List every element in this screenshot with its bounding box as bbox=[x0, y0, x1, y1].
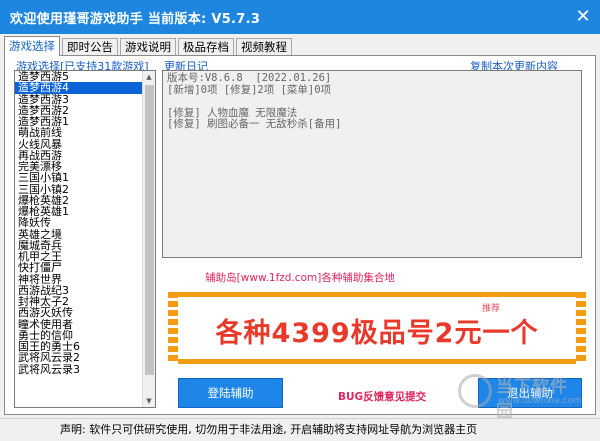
game-list-item[interactable]: 造梦西游3 bbox=[15, 94, 143, 105]
game-list-item[interactable]: 爆枪英雄1 bbox=[15, 206, 143, 217]
changelog-line: 版本号:V8.6.8 [2022.01.26] bbox=[167, 72, 332, 84]
game-list-item[interactable]: 瞳术使用者 bbox=[15, 319, 143, 330]
changelog-line bbox=[167, 96, 577, 108]
game-list-item[interactable]: 火线风暴 bbox=[15, 139, 143, 150]
tab-video-tutorial[interactable]: 视频教程 bbox=[236, 38, 292, 56]
banner-edge-left bbox=[168, 292, 178, 364]
status-bar: 声明: 软件只可供研究使用, 切勿用于非法用途, 开启辅助将支持网址导航为浏览器… bbox=[0, 418, 600, 441]
promo-text[interactable]: 辅助岛[www.1fzd.com]各种辅助集合地 bbox=[0, 270, 600, 285]
changelog-line: [修复] 刷图必备一 无敌秒杀[备用] bbox=[167, 118, 342, 130]
changelog-line: [新增]0项 [修复]2项 [菜单]0项 bbox=[167, 83, 332, 96]
login-button[interactable]: 登陆辅助 bbox=[178, 378, 283, 408]
banner-inner: 各种4399极品号2元一个 推荐 bbox=[178, 297, 576, 359]
banner-text: 各种4399极品号2元一个 bbox=[215, 318, 539, 349]
game-list-item[interactable]: 武将风云录3 bbox=[15, 364, 143, 375]
game-list-item[interactable]: 造梦西游1 bbox=[15, 116, 143, 127]
game-list-item[interactable]: 武将风云录2 bbox=[15, 352, 143, 363]
game-list-item[interactable]: 三国小镇1 bbox=[15, 172, 143, 183]
changelog-box[interactable]: 版本号:V8.6.8 [2022.01.26] [新增]0项 [修复]2项 [菜单… bbox=[162, 70, 582, 258]
bug-report-link[interactable]: BUG反馈意见提交 bbox=[338, 389, 426, 404]
game-list-item[interactable]: 西游战纪3 bbox=[15, 285, 143, 296]
tab-announcement[interactable]: 即时公告 bbox=[62, 38, 118, 56]
banner-tag: 推荐 bbox=[481, 304, 500, 314]
game-list-item[interactable]: 完美漂移 bbox=[15, 161, 143, 172]
banner-edge-right bbox=[576, 292, 586, 364]
game-list-item[interactable]: 机甲之王 bbox=[15, 251, 143, 262]
window-title: 欢迎使用瑾哥游戏助手 当前版本: V5.7.3 bbox=[10, 12, 261, 27]
tab-bar: 游戏选择 即时公告 游戏说明 极品存档 视频教程 bbox=[4, 36, 294, 56]
game-list-item[interactable]: 造梦西游4 bbox=[15, 82, 143, 94]
promo-banner[interactable]: 各种4399极品号2元一个 推荐 bbox=[168, 292, 586, 364]
game-list-item[interactable]: 降妖传 bbox=[15, 217, 143, 228]
game-list-item[interactable]: 英雄之境 bbox=[15, 229, 143, 240]
game-list[interactable]: 造梦西游5 造梦西游4 造梦西游3 造梦西游2 造梦西游1 萌战前线 火线风暴 再战西游 完美漂… bbox=[14, 70, 156, 408]
game-list-item[interactable]: 爆枪英雄2 bbox=[15, 195, 143, 206]
game-list-item[interactable]: 萌战前线 bbox=[15, 127, 143, 138]
watermark-logo-icon bbox=[458, 374, 492, 408]
game-list-scrollbar[interactable]: ▲ ▼ bbox=[142, 71, 155, 407]
scroll-thumb[interactable] bbox=[145, 85, 154, 375]
game-list-items: 造梦西游5 造梦西游4 造梦西游3 造梦西游2 造梦西游1 萌战前线 火线风暴 再战西游 完美漂… bbox=[15, 71, 143, 375]
game-list-item[interactable]: 造梦西游5 bbox=[15, 71, 143, 82]
game-list-item[interactable]: 勇士的信仰 bbox=[15, 330, 143, 341]
tab-game-guide[interactable]: 游戏说明 bbox=[120, 38, 176, 56]
game-list-item[interactable]: 魔城奇兵 bbox=[15, 240, 143, 251]
game-list-item[interactable]: 国王的勇士6 bbox=[15, 341, 143, 352]
game-list-item[interactable]: 造梦西游2 bbox=[15, 105, 143, 116]
tab-game-select[interactable]: 游戏选择 bbox=[4, 36, 60, 56]
game-list-item[interactable]: 西游灭妖传 bbox=[15, 307, 143, 318]
title-bar: 欢迎使用瑾哥游戏助手 当前版本: V5.7.3 ✕ bbox=[0, 0, 600, 34]
game-list-item[interactable]: 三国小镇2 bbox=[15, 184, 143, 195]
scroll-up-icon[interactable]: ▲ bbox=[143, 71, 155, 83]
game-list-item[interactable]: 封神太子2 bbox=[15, 296, 143, 307]
watermark-sub: www.downxia.com bbox=[498, 396, 582, 406]
tab-save-files[interactable]: 极品存档 bbox=[178, 38, 234, 56]
close-icon[interactable]: ✕ bbox=[572, 6, 594, 28]
game-list-item[interactable]: 再战西游 bbox=[15, 150, 143, 161]
scroll-down-icon[interactable]: ▼ bbox=[143, 395, 155, 407]
watermark: 当下软件园 www.downxia.com bbox=[458, 370, 582, 422]
